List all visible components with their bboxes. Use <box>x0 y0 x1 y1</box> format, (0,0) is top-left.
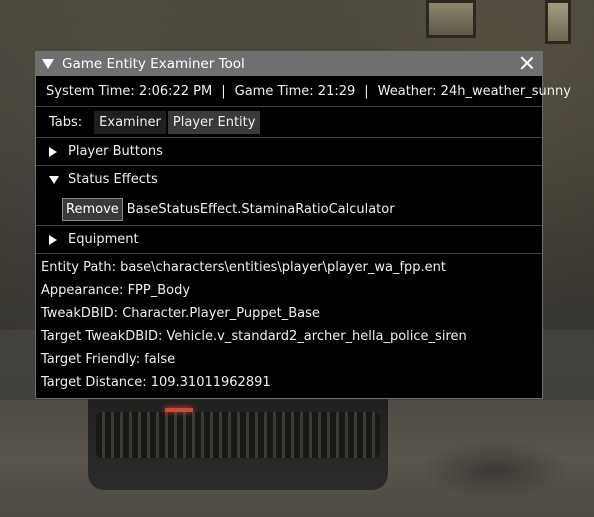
collapse-triangle-icon[interactable] <box>42 59 54 69</box>
expand-arrow-icon <box>49 234 57 245</box>
weather: Weather: 24h_weather_sunny <box>377 83 571 99</box>
target-friendly: Target Friendly: false <box>41 352 176 367</box>
separator: | <box>364 83 369 99</box>
expand-arrow-icon <box>49 146 57 157</box>
system-time: System Time: 2:06:22 PM <box>46 83 213 99</box>
appearance: Appearance: FPP_Body <box>41 283 191 298</box>
window-titlebar[interactable]: Game Entity Examiner Tool <box>36 52 542 76</box>
tab-examiner[interactable]: Examiner <box>94 110 166 134</box>
tab-bar: Tabs: Examiner Player Entity <box>36 106 542 138</box>
vehicle-lights <box>165 408 193 412</box>
status-effect-name: BaseStatusEffect.StaminaRatioCalculator <box>126 201 395 217</box>
remove-effect-button[interactable]: Remove <box>62 197 123 221</box>
close-icon[interactable] <box>519 55 535 71</box>
section-player-buttons[interactable]: Player Buttons <box>36 138 542 166</box>
status-line: System Time: 2:06:22 PM | Game Time: 21:… <box>36 76 571 106</box>
collapse-arrow-icon <box>49 175 59 184</box>
vehicle-grille <box>96 412 380 458</box>
section-equipment[interactable]: Equipment <box>36 226 542 254</box>
tweakdbid: TweakDBID: Character.Player_Puppet_Base <box>41 306 320 321</box>
target-tweakdbid: Target TweakDBID: Vehicle.v_standard2_ar… <box>41 329 467 344</box>
entity-path: Entity Path: base\characters\entities\pl… <box>41 260 446 275</box>
background-window <box>545 0 571 44</box>
section-label: Player Buttons <box>68 144 163 159</box>
target-distance: Target Distance: 109.31011962891 <box>41 375 271 390</box>
separator: | <box>221 83 226 99</box>
tabs-label: Tabs: <box>49 114 83 130</box>
background-stain <box>420 440 570 500</box>
status-effect-row: Remove BaseStatusEffect.StaminaRatioCalc… <box>36 193 542 226</box>
section-status-effects[interactable]: Status Effects <box>36 166 542 193</box>
entity-info: Entity Path: base\characters\entities\pl… <box>36 254 542 394</box>
game-time: Game Time: 21:29 <box>234 83 356 99</box>
background-window <box>426 0 476 38</box>
window-title: Game Entity Examiner Tool <box>62 56 245 72</box>
entity-examiner-window[interactable]: Game Entity Examiner Tool System Time: 2… <box>35 51 571 399</box>
tab-player-entity[interactable]: Player Entity <box>167 110 261 134</box>
section-label: Status Effects <box>68 172 158 187</box>
section-label: Equipment <box>68 232 139 247</box>
